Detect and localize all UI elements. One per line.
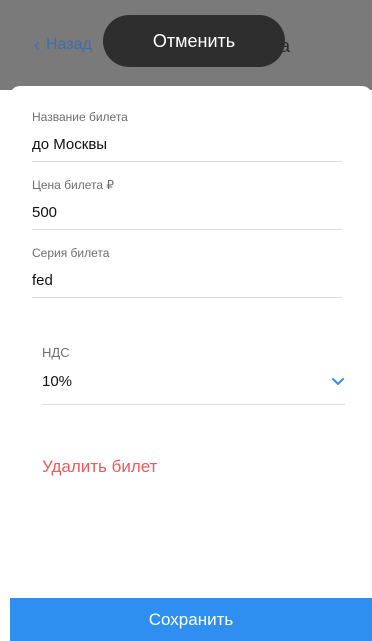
- ticket-name-underline: [32, 161, 342, 162]
- ticket-name-label: Название билета: [32, 110, 128, 124]
- ticket-price-label: Цена билета ₽: [32, 178, 115, 192]
- ticket-price-input[interactable]: 500: [32, 204, 342, 221]
- chevron-left-icon: ‹: [34, 35, 40, 55]
- cancel-label: Отменить: [152, 30, 236, 51]
- chevron-down-icon[interactable]: [331, 375, 345, 389]
- delete-ticket-button[interactable]: Удалить билет: [42, 457, 157, 477]
- vat-label: НДС: [42, 345, 70, 360]
- save-button[interactable]: Сохранить: [10, 598, 372, 641]
- back-button[interactable]: ‹ Назад: [34, 36, 92, 54]
- vat-select[interactable]: НДС 10%: [42, 345, 345, 405]
- ticket-series-label: Серия билета: [32, 246, 110, 260]
- ticket-series-input[interactable]: fed: [32, 272, 342, 289]
- vat-value: 10%: [42, 373, 73, 390]
- cancel-button[interactable]: Отменить: [103, 15, 285, 67]
- ticket-name-input[interactable]: до Москвы: [32, 136, 342, 153]
- ticket-series-field[interactable]: Серия билета fed: [32, 246, 342, 298]
- vat-row[interactable]: 10%: [42, 373, 345, 390]
- ticket-price-underline: [32, 229, 342, 230]
- ticket-name-field[interactable]: Название билета до Москвы: [32, 110, 342, 162]
- save-label: Сохранить: [148, 609, 234, 629]
- back-label: Назад: [46, 36, 92, 53]
- ticket-price-field[interactable]: Цена билета ₽ 500: [32, 178, 342, 230]
- ticket-series-underline: [32, 297, 342, 298]
- vat-underline: [42, 404, 345, 405]
- screen: ‹ Назад а Отменить Название билета до Мо…: [0, 0, 372, 641]
